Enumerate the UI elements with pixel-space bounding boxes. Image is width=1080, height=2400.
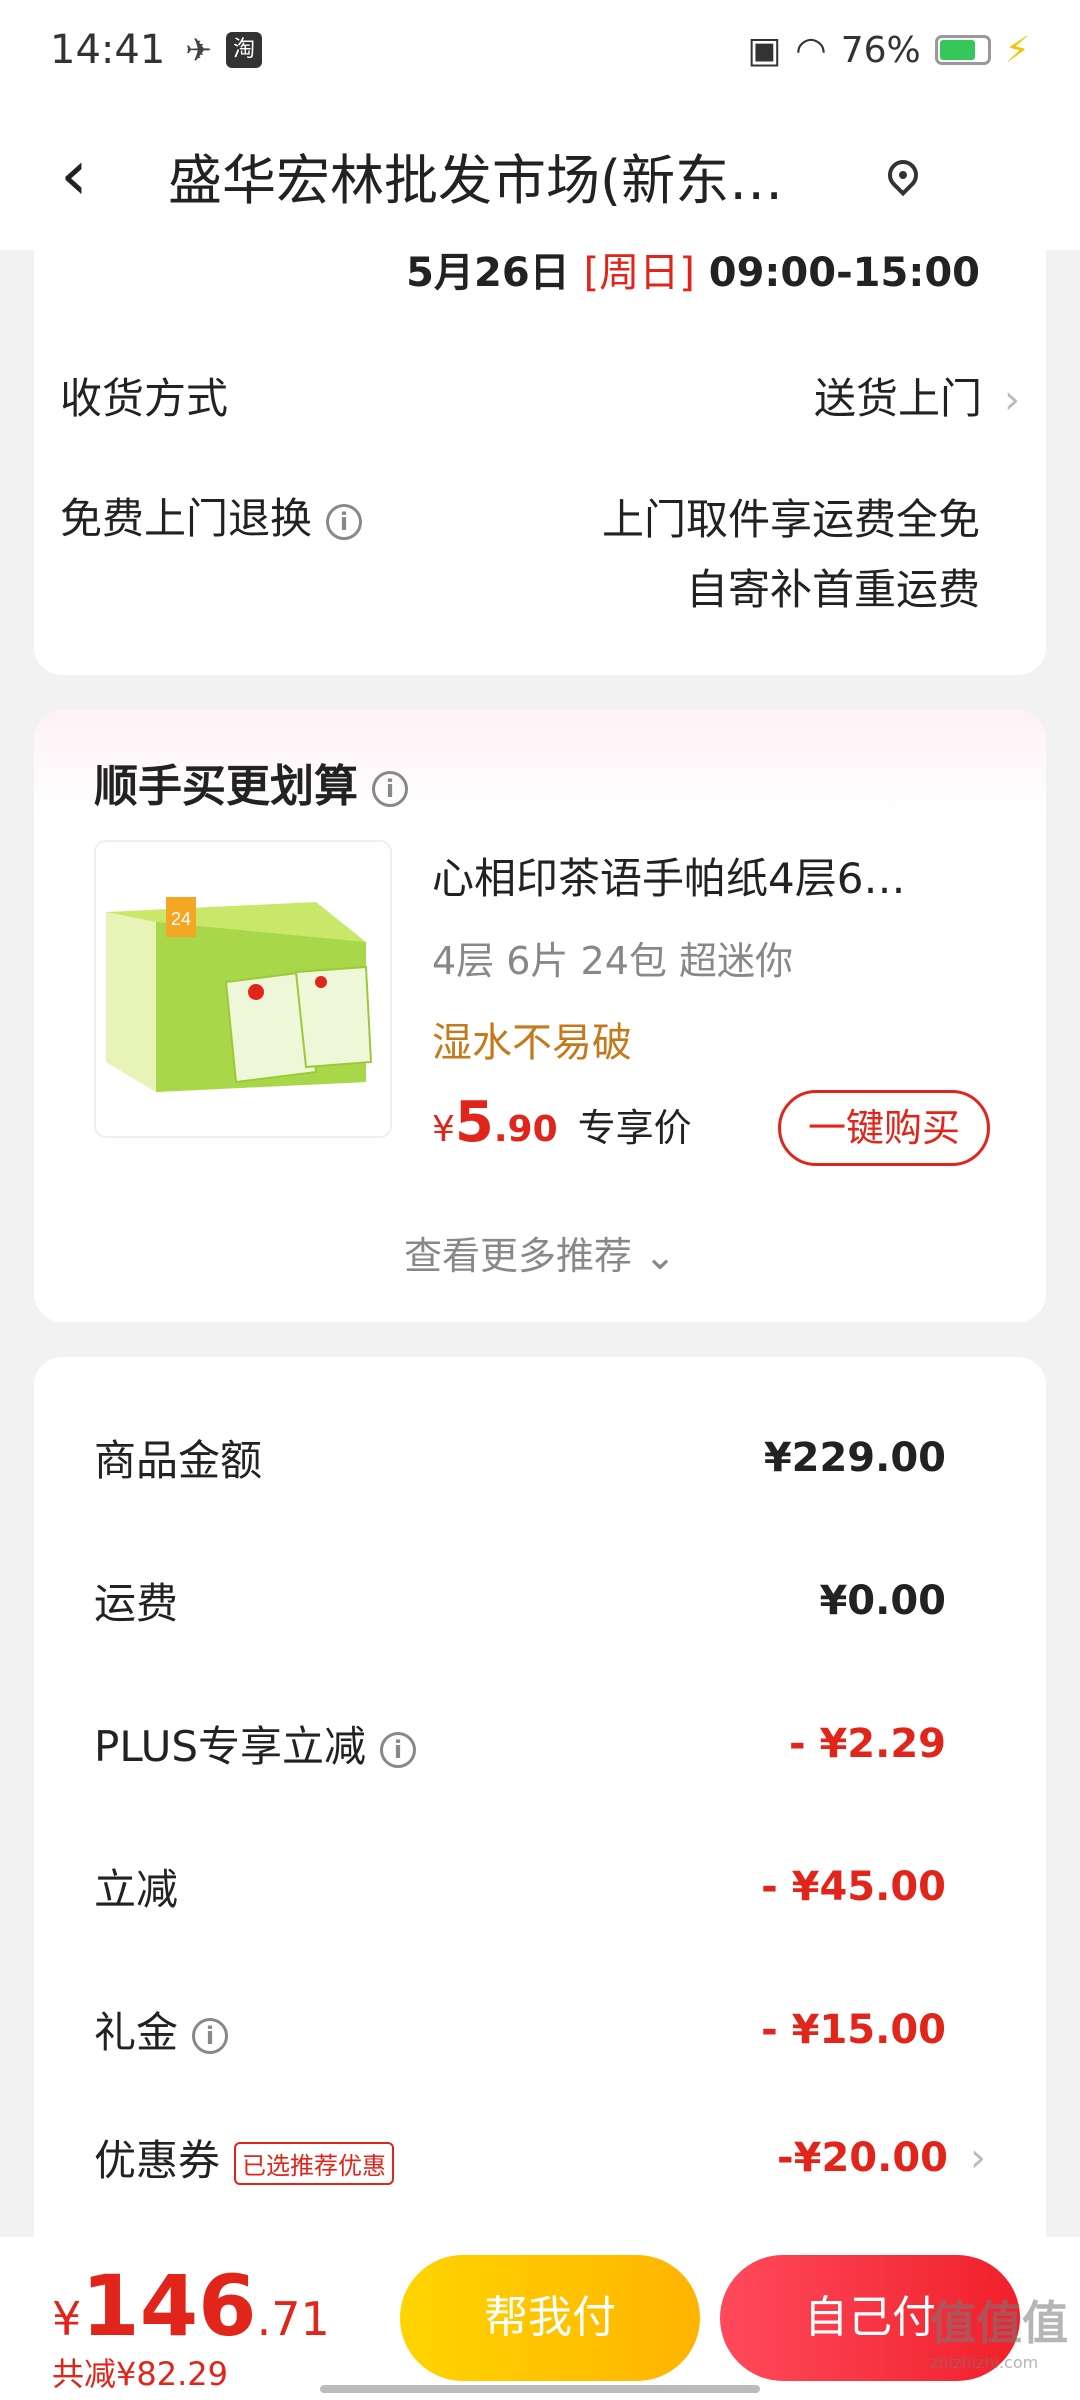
gift-money-value: - ¥15.00 <box>761 2007 946 2053</box>
product-tag: 湿水不易破 <box>432 1020 632 1066</box>
recommend-title-text: 顺手买更划算 <box>94 761 358 812</box>
status-bar: 14:41 ✈ 淘 ▣ ◠ 76% ⚡ <box>0 0 1080 100</box>
free-return-row: 免费上门退换 i 上门取件享运费全免 自寄补首重运费 <box>60 485 1020 614</box>
recommend-title: 顺手买更划算 i <box>94 750 408 814</box>
more-recommend-text: 查看更多推荐 <box>404 1234 633 1278</box>
info-icon[interactable]: i <box>372 771 408 807</box>
price-int: 5 <box>454 1090 494 1155</box>
total-saved: 共减¥82.29 <box>52 2355 228 2393</box>
free-return-desc: 上门取件享运费全免 自寄补首重运费 <box>602 485 980 625</box>
total-symbol: ¥ <box>52 2292 82 2346</box>
watermark-sub: zhizhizhi.com <box>930 2353 1039 2372</box>
chevron-right-icon: › <box>970 2135 986 2181</box>
location-pin-icon[interactable] <box>881 153 925 197</box>
price-dec: .90 <box>493 1109 558 1150</box>
chevron-down-icon: ⌄ <box>644 1234 676 1278</box>
taobao-notification-icon: 淘 <box>226 32 263 68</box>
delivery-date: 5月26日 <box>406 250 570 296</box>
coupon-badge: 已选推荐优惠 <box>234 2142 395 2185</box>
status-time: 14:41 <box>50 27 166 73</box>
product-spec: 4层 6片 24包 超迷你 <box>432 939 793 983</box>
delivery-time-range: 09:00-15:00 <box>708 250 980 296</box>
product-price: ¥5.90 专享价 <box>432 1090 692 1155</box>
sim-icon: ▣ <box>747 29 782 71</box>
price-symbol: ¥ <box>432 1109 455 1150</box>
shipping-value: ¥0.00 <box>819 1578 946 1624</box>
coupon-value-wrap[interactable]: -¥20.00 › <box>777 2135 986 2181</box>
coupon-value: -¥20.00 <box>777 2135 948 2181</box>
info-icon[interactable]: i <box>380 1731 417 1768</box>
instant-discount-value: - ¥45.00 <box>761 1864 946 1910</box>
free-return-line1: 上门取件享运费全免 <box>601 495 980 544</box>
wifi-icon: ◠ <box>795 29 827 71</box>
plus-discount-value: - ¥2.29 <box>788 1721 946 1767</box>
home-indicator[interactable] <box>320 2385 760 2393</box>
coupon-row[interactable]: 优惠券 已选推荐优惠 <box>94 2127 395 2188</box>
product-name[interactable]: 心相印茶语手帕纸4层6… <box>432 845 992 906</box>
chevron-right-icon: › <box>1004 377 1020 423</box>
product-image[interactable]: 24 <box>94 840 392 1138</box>
shipping-label: 运费 <box>94 1579 179 1628</box>
help-me-pay-button[interactable]: 帮我付 <box>400 2255 700 2381</box>
info-icon[interactable]: i <box>192 2017 229 2054</box>
delivery-weekday: [周日] <box>583 250 695 296</box>
plus-discount-row: PLUS专享立减 i <box>94 1713 417 1774</box>
delivery-method-label: 收货方式 <box>60 374 229 423</box>
watermark: 值值值 zhizhizhi.com <box>930 2287 1068 2372</box>
coupon-label: 优惠券 <box>94 2136 221 2185</box>
delivery-method-value-wrap: 送货上门 › <box>814 365 1020 426</box>
bottom-bar: ¥146.71 共减¥82.29 帮我付 自己付 值值值 zhizhizhi.c… <box>0 2237 1080 2400</box>
price-label: 专享价 <box>577 1106 692 1150</box>
plus-discount-label: PLUS专享立减 <box>94 1722 367 1771</box>
gift-money-row: 礼金 i <box>94 1999 229 2060</box>
svg-text:24: 24 <box>171 909 191 929</box>
goods-amount-value: ¥229.00 <box>763 1435 946 1481</box>
page-title: 盛华宏林批发市场(新东… <box>168 148 784 212</box>
battery-percent: 76% <box>840 29 921 71</box>
total-price: ¥146.71 <box>52 2257 330 2355</box>
delivery-time: 5月26日 [周日] 09:00-15:00 <box>406 240 980 298</box>
free-return-line2: 自寄补首重运费 <box>685 565 980 614</box>
total-int: 146 <box>81 2257 257 2355</box>
delivery-method-row[interactable]: 收货方式 送货上门 › <box>60 365 1020 426</box>
free-return-label: 免费上门退换 <box>60 494 313 543</box>
watermark-text: 值值值 <box>930 2296 1068 2350</box>
goods-amount-label: 商品金额 <box>94 1436 263 1485</box>
nav-bar: ‹ 盛华宏林批发市场(新东… <box>0 100 1080 250</box>
charging-icon: ⚡ <box>1004 29 1030 71</box>
back-icon[interactable]: ‹ <box>60 140 130 210</box>
info-icon[interactable]: i <box>326 503 363 540</box>
instant-discount-label: 立减 <box>94 1865 179 1914</box>
gift-money-label: 礼金 <box>94 2008 179 2057</box>
price-summary-card: 商品金额 ¥229.00 运费 ¥0.00 PLUS专享立减 i - ¥2.29 … <box>34 1357 1046 2257</box>
recommend-card: 顺手买更划算 i 24 心相印茶语手帕纸4层6… 4层 6片 24包 超迷你 湿水… <box>34 710 1046 1322</box>
delivery-method-value: 送货上门 <box>813 374 982 423</box>
more-recommend-link[interactable]: 查看更多推荐 ⌄ <box>34 1225 1046 1280</box>
bird-notification-icon: ✈ <box>185 31 213 69</box>
status-right: ▣ ◠ 76% ⚡ <box>747 30 1030 71</box>
battery-icon <box>934 35 991 65</box>
one-click-buy-button[interactable]: 一键购买 <box>778 1090 990 1166</box>
total-dec: .71 <box>256 2292 330 2346</box>
